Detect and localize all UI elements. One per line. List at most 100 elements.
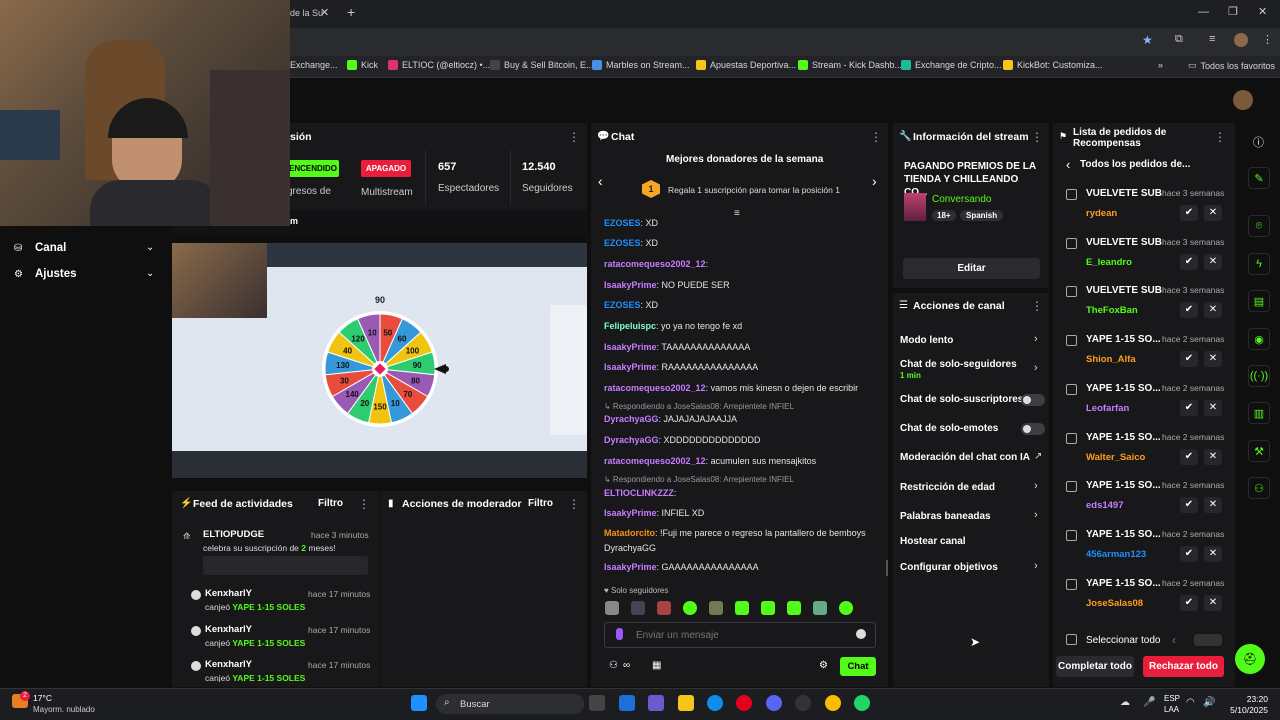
more-icon[interactable]: ⋮ [358,497,370,511]
reward-user[interactable]: TheFoxBan [1086,305,1138,316]
new-tab-icon[interactable]: + [347,4,355,20]
reward-checkbox[interactable] [1066,237,1077,249]
nav-ajustes[interactable]: Ajustes [35,268,77,280]
complete-all-button[interactable]: Completar todo [1056,656,1134,677]
reading-list-icon[interactable]: ≡ [1209,33,1215,45]
chat-username[interactable]: Felipeluispc [604,321,656,331]
reward-user[interactable]: JoseSalas08 [1086,598,1143,609]
emote-icon[interactable] [735,601,749,615]
users-icon[interactable]: ⚇ [609,660,618,671]
send-chat-button[interactable]: Chat [840,657,876,676]
broadcast-icon[interactable]: ((·)) [1248,365,1270,387]
reward-user[interactable]: Shion_Alfa [1086,354,1136,365]
back-icon[interactable]: ‹ [1066,157,1070,172]
chat-username[interactable]: DyrachyaGG [604,414,659,424]
lang-code[interactable]: ESP [1164,694,1180,703]
close-window-icon[interactable]: ✕ [1258,5,1267,18]
activity-filter[interactable]: Filtro [318,498,343,509]
chevron-right-icon[interactable]: › [1034,509,1038,521]
action-age-restriction[interactable]: Restricción de edad [900,482,995,493]
approve-button[interactable]: ✔ [1180,205,1198,221]
search-label[interactable]: Buscar [460,699,490,710]
file-explorer-icon[interactable] [678,695,694,711]
approve-button[interactable]: ✔ [1180,399,1198,416]
activity-user[interactable]: KenxharlY [205,659,252,670]
bookmark-8[interactable]: KickBot: Customiza... [1003,60,1103,70]
chat-username[interactable]: EZOSES [604,238,641,248]
pagination-indicator[interactable] [1194,634,1222,646]
discord-icon[interactable] [766,695,782,711]
chat-input[interactable] [636,627,841,643]
chevron-right-icon[interactable]: › [872,173,877,189]
approve-button[interactable]: ✔ [1180,448,1198,465]
reject-button[interactable]: ✕ [1204,448,1222,465]
chevron-right-icon[interactable]: › [1034,560,1038,572]
pin-icon[interactable]: ≡ [734,208,740,219]
windows-start-icon[interactable] [411,695,427,711]
chat-username[interactable]: EZOSES [604,218,641,228]
emote-icon[interactable] [761,601,775,615]
focus-icon[interactable]: ⌾ [1248,215,1270,237]
bookmark-2[interactable]: ELTIOC (@eltiocz) •... [388,60,490,70]
reward-user[interactable]: Walter_Saico [1086,452,1145,463]
chevron-left-icon[interactable]: ‹ [1172,633,1176,647]
subs-only-toggle[interactable] [1021,394,1045,406]
chevron-right-icon[interactable]: › [1034,480,1038,492]
close-tab-icon[interactable]: ✕ [320,6,329,19]
store-icon[interactable]: ▦ [652,660,661,671]
lang-layout[interactable]: LAA [1164,705,1179,714]
action-emotes-only[interactable]: Chat de solo-emotes [900,423,998,434]
wifi-icon[interactable]: ◠ [1186,697,1195,708]
reward-user[interactable]: rydean [1086,208,1117,219]
approve-button[interactable]: ✔ [1180,594,1198,611]
reward-checkbox[interactable] [1066,481,1077,493]
restore-icon[interactable]: ❐ [1228,5,1238,18]
more-icon[interactable]: ⋮ [568,130,580,144]
reward-user[interactable]: 456arman123 [1086,549,1146,560]
clock-time[interactable]: 23:20 [1220,694,1268,704]
clipboard-icon[interactable]: ▤ [1248,290,1270,312]
edit-icon[interactable]: ✎ [1248,167,1270,189]
select-all-checkbox[interactable] [1066,634,1077,645]
emote-icon[interactable] [839,601,853,615]
reject-all-button[interactable]: Rechazar todo [1143,656,1224,677]
menu-icon[interactable]: ⋮ [1262,33,1273,46]
reward-checkbox[interactable] [1066,529,1077,541]
chrome-icon[interactable] [825,695,841,711]
browser-tab-title[interactable]: de la Su [290,8,323,18]
chat-username[interactable]: ratacomequeso2002_12 [604,383,706,393]
reward-checkbox[interactable] [1066,189,1077,200]
action-banned-words[interactable]: Palabras baneadas [900,511,991,522]
chat-username[interactable]: IsaakyPrime [604,342,657,352]
chat-scrollbar[interactable] [886,560,888,576]
mod-filter[interactable]: Filtro [528,498,553,509]
activity-user[interactable]: KenxharlY [205,588,252,599]
reject-button[interactable]: ✕ [1204,545,1222,562]
reject-button[interactable]: ✕ [1204,205,1222,221]
wrench-icon[interactable]: ⚒ [1248,440,1270,462]
external-link-icon[interactable]: ↗ [1034,451,1042,462]
volume-icon[interactable]: 🔊 [1203,697,1215,708]
chat-username[interactable]: IsaakyPrime [604,562,657,572]
chevron-down-icon[interactable]: ⌄ [146,268,154,279]
mic-icon[interactable]: 🎤 [1143,697,1155,708]
more-icon[interactable]: ⋮ [1214,130,1226,144]
reward-checkbox[interactable] [1066,286,1077,298]
bookmark-0[interactable]: Exchange... [290,60,338,70]
mic-icon[interactable] [616,628,623,640]
all-bookmarks[interactable]: ▭ Todos los favoritos [1188,60,1275,71]
taskbar-search[interactable] [436,694,584,714]
emote-icon[interactable] [631,601,645,615]
emote-bar[interactable] [605,601,880,617]
chat-username[interactable]: IsaakyPrime [604,362,657,372]
emote-icon[interactable] [605,601,619,615]
reward-user[interactable]: Leofarfan [1086,403,1129,414]
bookmark-7[interactable]: Exchange de Cripto... [901,60,1002,70]
reward-checkbox[interactable] [1066,432,1077,444]
chat-username[interactable]: EZOSES [604,300,641,310]
action-followers-only[interactable]: Chat de solo-seguidores [900,359,1017,370]
star-icon[interactable]: ★ [1142,33,1153,47]
user-avatar[interactable] [1233,90,1253,110]
chevron-right-icon[interactable]: › [1034,362,1038,374]
approve-button[interactable]: ✔ [1180,497,1198,514]
